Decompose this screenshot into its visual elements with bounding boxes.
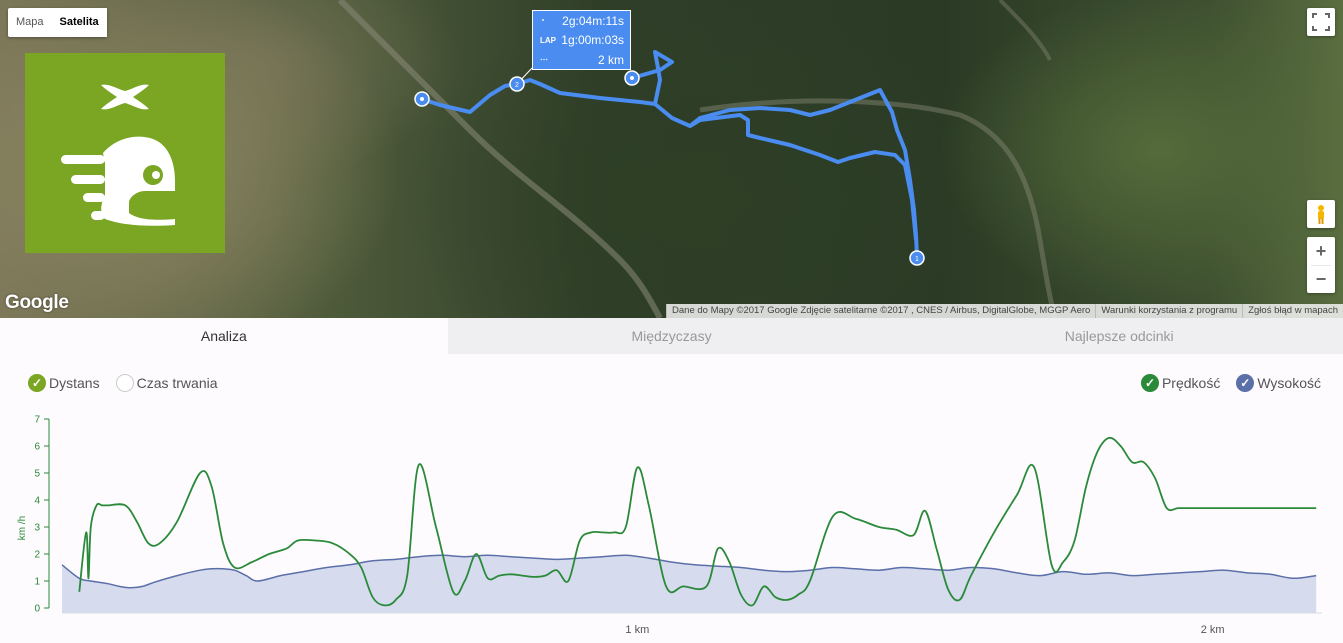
zoom-in-button[interactable]: + — [1307, 237, 1335, 265]
analysis-tabs: Analiza Międzyczasy Najlepsze odcinki — [0, 318, 1343, 354]
pegman-icon — [1318, 205, 1324, 224]
fullscreen-button[interactable] — [1307, 8, 1335, 36]
check-icon: ✓ — [28, 374, 46, 392]
tab-najlepsze-odcinki[interactable]: Najlepsze odcinki — [895, 318, 1343, 354]
map-type-map-button[interactable]: Mapa — [8, 8, 52, 37]
lap-time: 1g:00m:03s — [561, 33, 624, 48]
map-type-control: Mapa Satelita — [8, 8, 107, 37]
map-attribution: Dane do Mapy ©2017 Google Zdjęcie sateli… — [666, 304, 1343, 318]
clock-icon: ◔ — [540, 16, 545, 26]
y-tick-label: 1 — [34, 577, 40, 588]
lap-distance: 2 km — [597, 52, 624, 67]
y-axis-label: km /h — [17, 516, 28, 540]
unchecked-circle-icon — [115, 374, 134, 392]
legend-wysokosc-label: Wysokość — [1257, 375, 1321, 391]
legend-predkosc[interactable]: ✓ Prędkość — [1140, 374, 1221, 392]
y-tick-label: 5 — [34, 469, 40, 480]
check-icon: ✓ — [1236, 374, 1255, 392]
tab-miedzyczasy[interactable]: Międzyczasy — [447, 318, 896, 354]
lap-marker-1-label: 1 — [915, 256, 919, 263]
toggle-czas-trwania[interactable]: Czas trwania — [115, 374, 218, 392]
toggle-czas-trwania-label: Czas trwania — [136, 375, 218, 391]
lap-marker-2-label: 2 — [515, 82, 519, 89]
google-logo: Google — [5, 292, 69, 313]
y-tick-label: 7 — [34, 415, 40, 426]
toggle-dystans-label: Dystans — [49, 375, 100, 391]
street-view-button[interactable] — [1307, 200, 1335, 228]
zoom-control: + − — [1307, 237, 1335, 293]
distance-icon: ⋯ — [540, 55, 548, 65]
y-tick-label: 0 — [34, 604, 40, 615]
x-tick-label: 2 km — [1201, 624, 1225, 636]
speed-elevation-chart: 0 1 2 3 4 5 6 7 km /h 1 km 2 km — [17, 415, 1322, 636]
series-legend: ✓ Prędkość ✓ Wysokość — [1140, 374, 1337, 392]
tab-analiza[interactable]: Analiza — [0, 318, 448, 354]
check-icon: ✓ — [1140, 374, 1159, 392]
x-axis-mode-toggle: ✓ Dystans Czas trwania — [28, 374, 234, 392]
y-tick-label: 3 — [34, 523, 40, 534]
satellite-map[interactable]: 2 1 Mapa Satelita + − Google Dane do Map… — [0, 0, 1343, 318]
y-tick-label: 2 — [34, 550, 40, 561]
report-error-link[interactable]: Zgłoś błąd w mapach — [1242, 304, 1343, 318]
zoom-out-button[interactable]: − — [1307, 265, 1335, 293]
legend-wysokosc[interactable]: ✓ Wysokość — [1236, 374, 1321, 392]
fullscreen-icon — [1312, 13, 1330, 31]
y-tick-label: 6 — [34, 442, 40, 453]
total-time: 2g:04m:11s — [562, 13, 624, 28]
map-data-credit: Dane do Mapy ©2017 Google Zdjęcie sateli… — [666, 304, 1096, 318]
toggle-dystans[interactable]: ✓ Dystans — [28, 374, 100, 392]
lap-info-bubble: ◔ 2g:04m:11s LAP 1g:00m:03s ⋯ 2 km — [532, 10, 631, 70]
map-type-satellite-button[interactable]: Satelita — [51, 8, 107, 37]
legend-predkosc-label: Prędkość — [1161, 375, 1221, 391]
underarmour-endomondo-logo — [25, 53, 225, 253]
terms-link[interactable]: Warunki korzystania z programu — [1095, 304, 1243, 318]
x-tick-label: 1 km — [625, 624, 649, 636]
y-tick-label: 4 — [34, 496, 40, 507]
lap-label: LAP — [540, 35, 556, 45]
